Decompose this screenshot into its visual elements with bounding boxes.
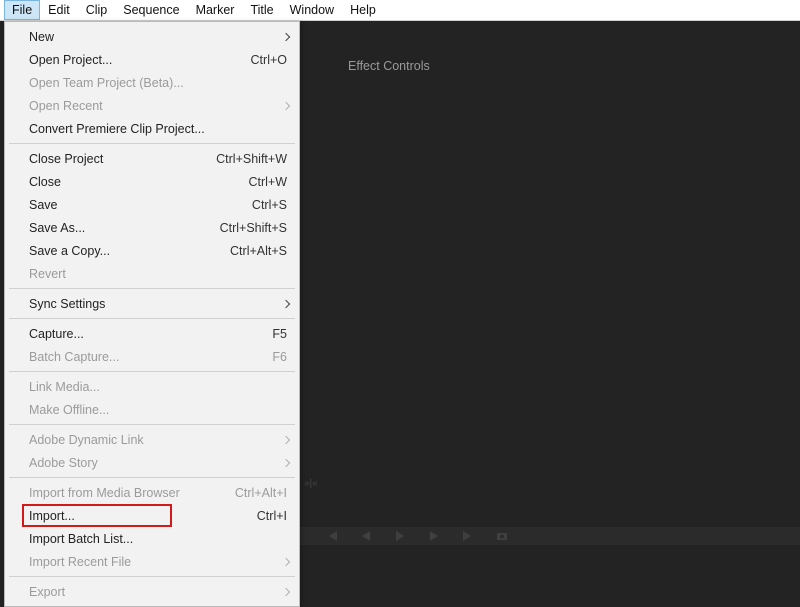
menu-item-save-as[interactable]: Save As... Ctrl+Shift+S xyxy=(7,216,297,239)
menu-item-open-team-project-beta: Open Team Project (Beta)... xyxy=(7,71,297,94)
menu-item-label: Save xyxy=(29,198,240,212)
menu-item-label: Import... xyxy=(29,509,245,523)
chevron-right-icon xyxy=(282,458,290,466)
menu-item-capture[interactable]: Capture... F5 xyxy=(7,322,297,345)
chevron-right-icon xyxy=(282,101,290,109)
menubar-item-title[interactable]: Title xyxy=(242,0,281,20)
step-back-icon[interactable] xyxy=(360,531,372,541)
menu-item-revert: Revert xyxy=(7,262,297,285)
menu-item-shortcut: Ctrl+Alt+I xyxy=(235,486,287,500)
menubar-item-clip[interactable]: Clip xyxy=(78,0,116,20)
transport-bar xyxy=(300,527,800,545)
menu-item-label: Export xyxy=(29,585,271,599)
menu-separator xyxy=(9,576,295,577)
menu-item-close-project[interactable]: Close Project Ctrl+Shift+W xyxy=(7,147,297,170)
menu-item-import-batch-list[interactable]: Import Batch List... xyxy=(7,527,297,550)
go-to-in-icon[interactable] xyxy=(326,531,338,541)
chevron-right-icon xyxy=(282,299,290,307)
menu-item-import-recent-file: Import Recent File xyxy=(7,550,297,573)
menu-item-label: Capture... xyxy=(29,327,260,341)
menu-separator xyxy=(9,318,295,319)
menu-item-shortcut: F6 xyxy=(272,350,287,364)
menu-item-label: Save As... xyxy=(29,221,208,235)
menu-item-label: Close Project xyxy=(29,152,204,166)
menu-item-open-recent: Open Recent xyxy=(7,94,297,117)
menubar-item-window[interactable]: Window xyxy=(282,0,342,20)
menu-item-label: Import Batch List... xyxy=(29,532,287,546)
menu-item-label: Import from Media Browser xyxy=(29,486,223,500)
menu-item-shortcut: Ctrl+Alt+S xyxy=(230,244,287,258)
menubar-item-marker[interactable]: Marker xyxy=(188,0,243,20)
menu-item-label: Make Offline... xyxy=(29,403,287,417)
menu-item-label: Open Project... xyxy=(29,53,239,67)
menu-item-adobe-story: Adobe Story xyxy=(7,451,297,474)
in-point-icon: »|« xyxy=(304,478,318,489)
menu-item-label: Close xyxy=(29,175,236,189)
menu-item-link-media: Link Media... xyxy=(7,375,297,398)
menu-item-shortcut: Ctrl+Shift+S xyxy=(220,221,287,235)
go-to-out-icon[interactable] xyxy=(462,531,474,541)
menu-separator xyxy=(9,288,295,289)
menubar-item-edit[interactable]: Edit xyxy=(40,0,78,20)
chevron-right-icon xyxy=(282,557,290,565)
chevron-right-icon xyxy=(282,32,290,40)
menu-item-label: Batch Capture... xyxy=(29,350,260,364)
menu-item-shortcut: Ctrl+S xyxy=(252,198,287,212)
menu-separator xyxy=(9,424,295,425)
menubar-item-sequence[interactable]: Sequence xyxy=(115,0,187,20)
menu-item-save[interactable]: Save Ctrl+S xyxy=(7,193,297,216)
camera-icon[interactable] xyxy=(496,531,508,541)
menu-item-make-offline: Make Offline... xyxy=(7,398,297,421)
menu-separator xyxy=(9,477,295,478)
menu-item-adobe-dynamic-link: Adobe Dynamic Link xyxy=(7,428,297,451)
step-forward-icon[interactable] xyxy=(428,531,440,541)
menu-item-batch-capture: Batch Capture... F6 xyxy=(7,345,297,368)
chevron-right-icon xyxy=(282,435,290,443)
menu-item-close[interactable]: Close Ctrl+W xyxy=(7,170,297,193)
menu-item-shortcut: Ctrl+Shift+W xyxy=(216,152,287,166)
menubar: FileEditClipSequenceMarkerTitleWindowHel… xyxy=(0,0,800,21)
menu-item-open-project[interactable]: Open Project... Ctrl+O xyxy=(7,48,297,71)
menu-item-label: Open Recent xyxy=(29,99,271,113)
menu-item-save-a-copy[interactable]: Save a Copy... Ctrl+Alt+S xyxy=(7,239,297,262)
menu-item-label: Sync Settings xyxy=(29,297,271,311)
menu-item-convert-premiere-clip-project[interactable]: Convert Premiere Clip Project... xyxy=(7,117,297,140)
menu-item-import-from-media-browser: Import from Media Browser Ctrl+Alt+I xyxy=(7,481,297,504)
panel-tab-effect-controls[interactable]: Effect Controls xyxy=(348,59,430,73)
menu-item-label: Import Recent File xyxy=(29,555,271,569)
menu-item-export: Export xyxy=(7,580,297,603)
menu-item-shortcut: Ctrl+W xyxy=(248,175,287,189)
play-icon[interactable] xyxy=(394,531,406,541)
menubar-item-help[interactable]: Help xyxy=(342,0,384,20)
menu-item-label: Link Media... xyxy=(29,380,287,394)
menu-item-shortcut: Ctrl+O xyxy=(251,53,287,67)
menu-item-sync-settings[interactable]: Sync Settings xyxy=(7,292,297,315)
menu-item-label: Adobe Story xyxy=(29,456,271,470)
menu-item-label: Save a Copy... xyxy=(29,244,218,258)
file-menu-dropdown: New Open Project... Ctrl+O Open Team Projec… xyxy=(4,21,300,607)
menu-item-import[interactable]: Import... Ctrl+I xyxy=(7,504,297,527)
menu-item-label: Revert xyxy=(29,267,287,281)
menubar-item-file[interactable]: File xyxy=(4,0,40,20)
menu-separator xyxy=(9,371,295,372)
menu-item-label: Adobe Dynamic Link xyxy=(29,433,271,447)
menu-item-new[interactable]: New xyxy=(7,25,297,48)
menu-separator xyxy=(9,143,295,144)
menu-item-label: Open Team Project (Beta)... xyxy=(29,76,287,90)
menu-item-label: Convert Premiere Clip Project... xyxy=(29,122,287,136)
menu-item-shortcut: F5 xyxy=(272,327,287,341)
menu-item-label: New xyxy=(29,30,271,44)
menu-item-shortcut: Ctrl+I xyxy=(257,509,287,523)
chevron-right-icon xyxy=(282,587,290,595)
